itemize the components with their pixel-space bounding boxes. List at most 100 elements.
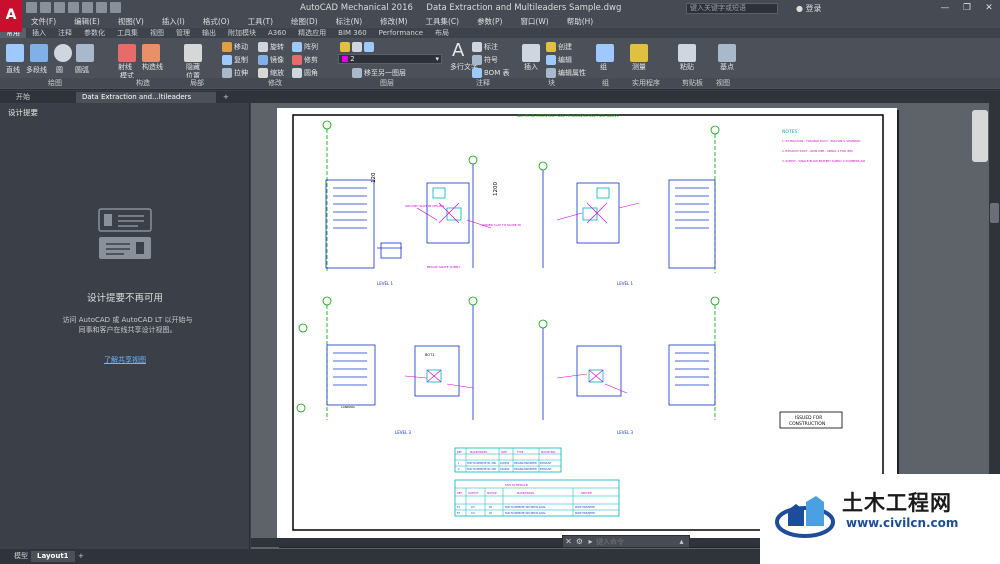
menu-item-3[interactable]: 插入(I) xyxy=(153,17,194,28)
edit-attributes-button[interactable]: 编辑属性 xyxy=(546,68,586,78)
tab-start[interactable]: 开始 xyxy=(10,92,36,103)
create-block-button[interactable]: 创建 xyxy=(546,42,572,52)
move-button[interactable]: 移动 xyxy=(222,42,248,52)
print-icon[interactable] xyxy=(82,2,93,13)
insert-button[interactable]: 插入 xyxy=(524,62,538,72)
polyline-icon[interactable] xyxy=(30,44,48,62)
panel-label-annotation[interactable]: 注释 xyxy=(476,78,490,88)
panel-label-construct[interactable]: 构造 xyxy=(136,78,150,88)
menu-item-4[interactable]: 格式(O) xyxy=(194,17,239,28)
menu-item-8[interactable]: 修改(M) xyxy=(371,17,416,28)
group-button[interactable]: 组 xyxy=(600,62,607,72)
menu-item-11[interactable]: 窗口(W) xyxy=(511,17,557,28)
line-icon[interactable] xyxy=(6,44,24,62)
new-tab-button[interactable]: + xyxy=(217,92,235,103)
group-icon[interactable] xyxy=(596,44,614,62)
save-as-icon[interactable] xyxy=(68,2,79,13)
menu-item-0[interactable]: 文件(F) xyxy=(22,17,65,28)
menu-item-10[interactable]: 参数(P) xyxy=(468,17,511,28)
tab-ribbon-4[interactable]: 工具集 xyxy=(111,28,144,38)
tab-ribbon-3[interactable]: 参数化 xyxy=(78,28,111,38)
circle-button[interactable]: 圆 xyxy=(56,65,63,75)
undo-icon[interactable] xyxy=(96,2,107,13)
dimension-button[interactable]: 标注 xyxy=(472,42,498,52)
trim-button[interactable]: 修剪 xyxy=(292,55,318,65)
close-icon[interactable]: ✕ xyxy=(978,0,1000,17)
tab-ribbon-2[interactable]: 注释 xyxy=(52,28,78,38)
tab-ribbon-9[interactable]: A360 xyxy=(262,28,292,38)
tab-ribbon-13[interactable]: 布局 xyxy=(429,28,455,38)
fillet-button[interactable]: 圆角 xyxy=(292,68,318,78)
panel-label-clipboard[interactable]: 剪贴板 xyxy=(682,78,703,88)
rotate-button[interactable]: 旋转 xyxy=(258,42,284,52)
panel-label-block[interactable]: 块 xyxy=(548,78,555,88)
minimize-icon[interactable]: — xyxy=(934,0,956,17)
wrench-icon[interactable]: ⚙ xyxy=(574,537,585,546)
menu-item-5[interactable]: 工具(T) xyxy=(239,17,282,28)
tab-ribbon-1[interactable]: 插入 xyxy=(26,28,52,38)
copy-button[interactable]: 复制 xyxy=(222,55,248,65)
learn-shared-views-link[interactable]: 了解共享视图 xyxy=(0,355,250,365)
base-view-button[interactable]: 基点 xyxy=(720,62,734,72)
menu-item-1[interactable]: 编辑(E) xyxy=(65,17,109,28)
tab-ribbon-7[interactable]: 输出 xyxy=(196,28,222,38)
command-input[interactable] xyxy=(596,537,676,546)
panel-label-view[interactable]: 视图 xyxy=(716,78,730,88)
text-icon[interactable]: A xyxy=(452,40,464,61)
chevron-up-icon[interactable]: ▴ xyxy=(676,537,687,546)
tab-ribbon-5[interactable]: 视图 xyxy=(144,28,170,38)
layer-dropdown[interactable]: 2 ▾ xyxy=(338,54,442,64)
open-icon[interactable] xyxy=(40,2,51,13)
panel-label-detail[interactable]: 局部 xyxy=(190,78,204,88)
layer-properties-button[interactable] xyxy=(340,42,376,52)
panel-label-draw[interactable]: 绘图 xyxy=(48,78,62,88)
tab-ribbon-8[interactable]: 附加模块 xyxy=(222,28,262,38)
restore-icon[interactable]: ❐ xyxy=(956,0,978,17)
redo-icon[interactable] xyxy=(110,2,121,13)
paste-icon[interactable] xyxy=(678,44,696,62)
paste-button[interactable]: 粘贴 xyxy=(680,62,694,72)
panel-label-group[interactable]: 组 xyxy=(602,78,609,88)
tab-ribbon-11[interactable]: BIM 360 xyxy=(332,28,373,38)
base-view-icon[interactable] xyxy=(718,44,736,62)
mirror-button[interactable]: 镜像 xyxy=(258,55,284,65)
edit-block-button[interactable]: 编辑 xyxy=(546,55,572,65)
ray-icon[interactable] xyxy=(118,44,136,62)
command-line[interactable]: ✕ ⚙ ▸ ▴ xyxy=(562,535,690,548)
panel-label-layer[interactable]: 图层 xyxy=(380,78,394,88)
polyline-button[interactable]: 多段线 xyxy=(26,65,47,75)
scale-button[interactable]: 缩放 xyxy=(258,68,284,78)
add-layout-button[interactable]: + xyxy=(72,551,90,562)
hide-icon[interactable] xyxy=(184,44,202,62)
new-icon[interactable] xyxy=(26,2,37,13)
insert-block-icon[interactable] xyxy=(522,44,540,62)
close-icon[interactable]: ✕ xyxy=(563,537,574,546)
tab-ribbon-12[interactable]: Performance xyxy=(373,28,429,38)
arc-icon[interactable] xyxy=(76,44,94,62)
app-menu-button[interactable]: A xyxy=(0,0,22,32)
search-input[interactable]: 键入关键字或短语 xyxy=(686,3,778,14)
menu-item-12[interactable]: 帮助(H) xyxy=(558,17,603,28)
menu-item-7[interactable]: 标注(N) xyxy=(327,17,371,28)
move-to-layer-button[interactable]: 移至另一图层 xyxy=(352,68,406,78)
measure-icon[interactable] xyxy=(630,44,648,62)
construction-line-icon[interactable] xyxy=(142,44,160,62)
arc-button[interactable]: 圆弧 xyxy=(75,65,89,75)
line-button[interactable]: 直线 xyxy=(6,65,20,75)
bom-button[interactable]: BOM 表 xyxy=(472,68,509,78)
panel-label-utilities[interactable]: 实用程序 xyxy=(632,78,660,88)
tab-drawing[interactable]: Data Extraction and...ltileaders Sample* xyxy=(76,92,216,112)
panel-label-modify[interactable]: 修改 xyxy=(268,78,282,88)
circle-icon[interactable] xyxy=(54,44,72,62)
scroll-thumb[interactable] xyxy=(990,203,999,223)
tab-ribbon-10[interactable]: 精选应用 xyxy=(292,28,332,38)
navigation-bar[interactable] xyxy=(972,110,988,162)
menu-item-2[interactable]: 视图(V) xyxy=(109,17,153,28)
xline-button[interactable]: 构造线 xyxy=(142,62,163,72)
stretch-button[interactable]: 拉伸 xyxy=(222,68,248,78)
menu-item-9[interactable]: 工具集(C) xyxy=(416,17,468,28)
save-icon[interactable] xyxy=(54,2,65,13)
symbol-button[interactable]: 符号 xyxy=(472,55,498,65)
command-history-icon[interactable]: ▸ xyxy=(585,537,596,546)
measure-button[interactable]: 测量 xyxy=(632,62,646,72)
